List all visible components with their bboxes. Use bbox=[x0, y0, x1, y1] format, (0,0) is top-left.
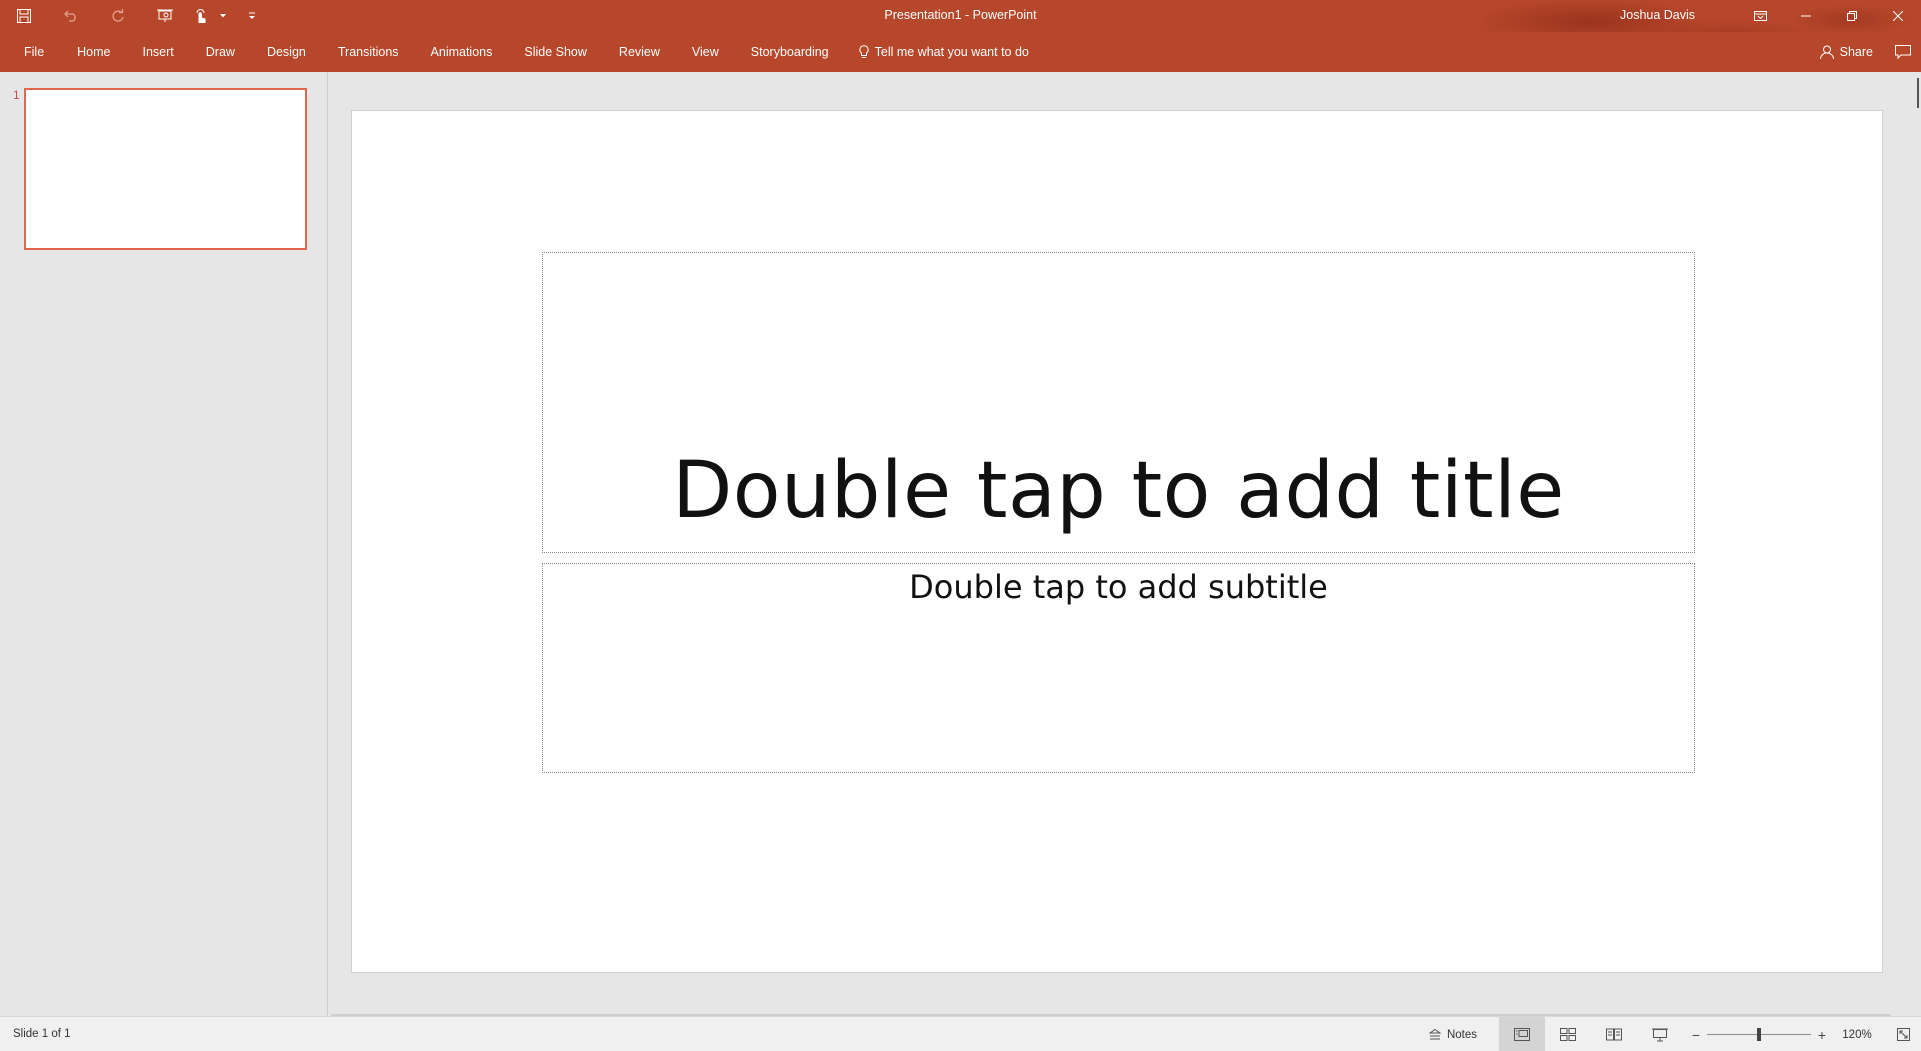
person-icon bbox=[1819, 45, 1834, 59]
save-icon bbox=[16, 9, 31, 23]
zoom-control: − + bbox=[1689, 1017, 1829, 1051]
restore-button[interactable] bbox=[1829, 0, 1875, 32]
slideshow-icon bbox=[1652, 1028, 1668, 1041]
signed-in-user[interactable]: Joshua Davis bbox=[1620, 0, 1695, 32]
tab-review[interactable]: Review bbox=[603, 32, 676, 72]
lightbulb-icon bbox=[859, 45, 869, 58]
zoom-out-button[interactable]: − bbox=[1689, 1027, 1703, 1043]
customize-toolbar-button[interactable] bbox=[232, 0, 272, 32]
tab-storyboarding[interactable]: Storyboarding bbox=[735, 32, 845, 72]
slide-canvas[interactable]: Double tap to add title Double tap to ad… bbox=[351, 110, 1883, 973]
title-bar: Presentation1 - PowerPoint Joshua Davis bbox=[0, 0, 1921, 72]
ribbon-display-icon bbox=[1753, 11, 1767, 21]
share-button[interactable]: Share bbox=[1819, 45, 1873, 59]
slide-count: Slide 1 of 1 bbox=[13, 1028, 71, 1040]
slide-thumbnail-1[interactable] bbox=[24, 88, 307, 250]
fit-slide-to-window-button[interactable] bbox=[1885, 1017, 1921, 1051]
zoom-slider[interactable] bbox=[1707, 1028, 1811, 1041]
fit-to-window-icon bbox=[1896, 1028, 1910, 1041]
comment-icon bbox=[1895, 45, 1911, 59]
chevron-down-icon bbox=[220, 14, 226, 18]
tab-draw[interactable]: Draw bbox=[190, 32, 251, 72]
undo-icon bbox=[63, 10, 76, 22]
status-bar: Slide 1 of 1 Notes − + 120% bbox=[0, 1016, 1921, 1051]
tell-me-search[interactable]: Tell me what you want to do bbox=[845, 32, 1029, 72]
normal-view-icon bbox=[1514, 1028, 1530, 1041]
tab-file[interactable]: File bbox=[8, 32, 61, 72]
touch-mode-dropdown[interactable] bbox=[214, 0, 232, 32]
subtitle-placeholder-text: Double tap to add subtitle bbox=[909, 568, 1328, 606]
minimize-icon bbox=[1801, 15, 1811, 17]
reading-view-button[interactable] bbox=[1591, 1017, 1637, 1051]
zoom-in-button[interactable]: + bbox=[1815, 1027, 1829, 1043]
vertical-scrollbar[interactable] bbox=[1911, 72, 1921, 112]
undo-button[interactable] bbox=[47, 0, 94, 32]
normal-view-button[interactable] bbox=[1499, 1017, 1545, 1051]
slide-sorter-icon bbox=[1560, 1028, 1576, 1041]
reading-view-icon bbox=[1606, 1028, 1622, 1041]
start-from-beginning-button[interactable] bbox=[141, 0, 188, 32]
close-button[interactable] bbox=[1875, 0, 1921, 32]
ribbon-tab-bar: File Home Insert Draw Design Transitions… bbox=[0, 32, 1921, 72]
comments-button[interactable] bbox=[1895, 45, 1911, 59]
save-button[interactable] bbox=[0, 0, 47, 32]
slideshow-from-beginning-icon bbox=[156, 9, 173, 22]
tab-transitions[interactable]: Transitions bbox=[322, 32, 415, 72]
slide-thumbnail-number: 1 bbox=[13, 88, 20, 102]
tab-animations[interactable]: Animations bbox=[415, 32, 509, 72]
slide-editor: Double tap to add title Double tap to ad… bbox=[329, 72, 1921, 1016]
slide-sorter-view-button[interactable] bbox=[1545, 1017, 1591, 1051]
tab-design[interactable]: Design bbox=[251, 32, 322, 72]
tab-insert[interactable]: Insert bbox=[127, 32, 190, 72]
ribbon-display-options-button[interactable] bbox=[1737, 0, 1783, 32]
touch-mouse-mode-icon bbox=[196, 8, 206, 23]
redo-icon bbox=[111, 9, 124, 22]
subtitle-placeholder[interactable]: Double tap to add subtitle bbox=[542, 563, 1695, 773]
customize-toolbar-icon bbox=[249, 12, 255, 19]
slide-show-view-button[interactable] bbox=[1637, 1017, 1683, 1051]
restore-icon bbox=[1847, 11, 1857, 21]
redo-button[interactable] bbox=[94, 0, 141, 32]
tab-home[interactable]: Home bbox=[61, 32, 126, 72]
touch-mouse-mode-button[interactable] bbox=[188, 0, 214, 32]
zoom-slider-thumb[interactable] bbox=[1757, 1028, 1761, 1041]
slide-thumbnail-pane: 1 bbox=[0, 72, 328, 1016]
notes-button[interactable]: Notes bbox=[1417, 1017, 1499, 1051]
quick-access-toolbar bbox=[0, 0, 272, 32]
tell-me-label: Tell me what you want to do bbox=[874, 45, 1029, 59]
share-label: Share bbox=[1839, 45, 1873, 59]
title-placeholder-text: Double tap to add title bbox=[672, 446, 1565, 536]
zoom-level[interactable]: 120% bbox=[1829, 1029, 1885, 1041]
tab-view[interactable]: View bbox=[676, 32, 735, 72]
notes-label: Notes bbox=[1446, 1028, 1477, 1041]
tab-slide-show[interactable]: Slide Show bbox=[508, 32, 603, 72]
close-icon bbox=[1893, 11, 1903, 21]
notes-icon bbox=[1428, 1028, 1441, 1039]
title-placeholder[interactable]: Double tap to add title bbox=[542, 252, 1695, 553]
minimize-button[interactable] bbox=[1783, 0, 1829, 32]
